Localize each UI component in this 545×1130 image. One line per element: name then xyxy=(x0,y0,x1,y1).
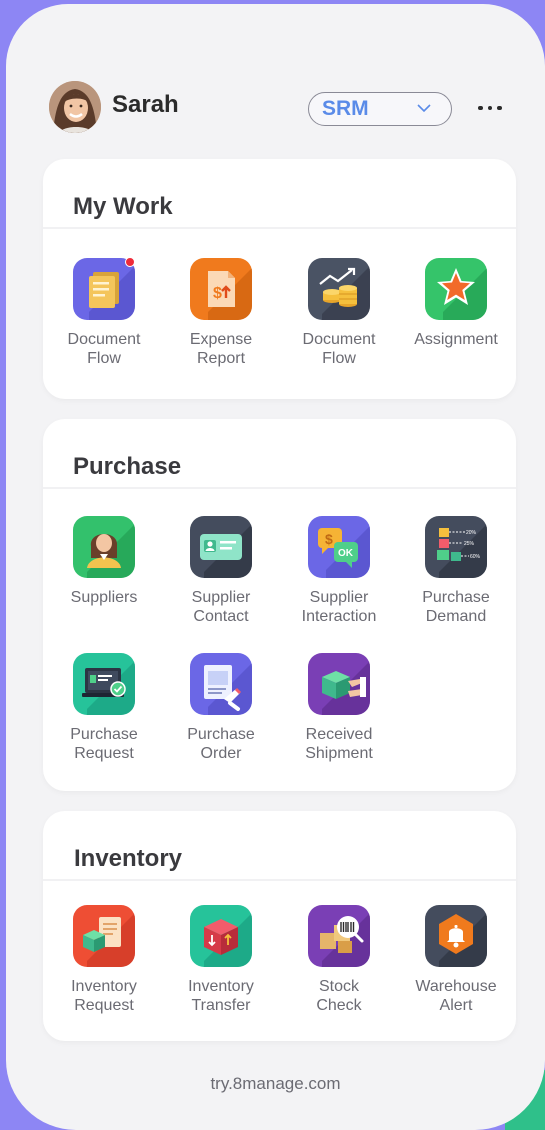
svg-text:$: $ xyxy=(213,285,222,302)
svg-text:$: $ xyxy=(325,531,333,547)
signed-document-icon xyxy=(190,653,252,715)
tile-suppliers[interactable]: Suppliers xyxy=(45,516,163,607)
tile-label: Stock Check xyxy=(316,978,362,1014)
tile-label: Document Flow xyxy=(302,331,376,367)
inventory-request-icon xyxy=(73,905,135,967)
section-title: Purchase xyxy=(73,453,182,480)
purchase-card: Purchase Suppliers Supplier Contact $ OK… xyxy=(43,419,516,791)
tile-purchase-demand[interactable]: 20% 25% 60% Purchase Demand xyxy=(397,516,515,626)
app-switcher-dropdown[interactable]: SRM xyxy=(308,92,452,126)
card-divider xyxy=(43,879,516,881)
more-dot-icon xyxy=(478,105,483,111)
document-stack-icon xyxy=(73,258,135,320)
chat-bubbles-icon: $ OK xyxy=(308,516,370,578)
tile-label: Purchase Request xyxy=(70,726,138,762)
notification-badge xyxy=(125,257,135,267)
package-hand-icon xyxy=(308,653,370,715)
laptop-check-icon xyxy=(73,653,135,715)
svg-text:OK: OK xyxy=(338,548,354,559)
barcode-scan-icon xyxy=(308,905,370,967)
tile-label: Purchase Demand xyxy=(422,589,490,625)
boxes-chart-icon: 20% 25% 60% xyxy=(425,516,487,578)
footer-url[interactable]: try.8manage.com xyxy=(6,1074,545,1094)
tile-supplier-contact[interactable]: Supplier Contact xyxy=(162,516,280,626)
tile-received-shipment[interactable]: Received Shipment xyxy=(280,653,398,763)
star-icon xyxy=(425,258,487,320)
phone-screen: Sarah SRM My Work Document Flow $ Expens… xyxy=(6,4,545,1130)
tile-supplier-interaction[interactable]: $ OK Supplier Interaction xyxy=(280,516,398,626)
app-switcher-value: SRM xyxy=(322,97,369,120)
tile-label: Suppliers xyxy=(70,589,138,606)
tile-inventory-request[interactable]: Inventory Request xyxy=(45,905,163,1015)
svg-text:25%: 25% xyxy=(464,541,475,547)
tile-document-flow-2[interactable]: Document Flow xyxy=(280,258,398,368)
header-bar: Sarah SRM xyxy=(6,4,545,154)
contact-card-icon xyxy=(190,516,252,578)
svg-text:20%: 20% xyxy=(466,530,477,536)
section-title: My Work xyxy=(73,193,173,220)
tile-label: Supplier Interaction xyxy=(301,589,377,625)
box-arrows-icon xyxy=(190,905,252,967)
tile-label: Document Flow xyxy=(67,331,141,367)
tile-label: Inventory Request xyxy=(71,978,137,1014)
tile-purchase-order[interactable]: Purchase Order xyxy=(162,653,280,763)
tile-label: Expense Report xyxy=(189,331,253,367)
expense-report-icon: $ xyxy=(190,258,252,320)
tile-label: Assignment xyxy=(414,331,498,348)
supplier-person-icon xyxy=(73,516,135,578)
tile-expense-report[interactable]: $ Expense Report xyxy=(162,258,280,368)
avatar[interactable] xyxy=(49,81,101,133)
more-dot-icon xyxy=(497,105,502,111)
tile-label: Supplier Contact xyxy=(191,589,251,625)
tile-label: Inventory Transfer xyxy=(188,978,254,1014)
my-work-card: My Work Document Flow $ Expense Report D… xyxy=(43,159,516,399)
tile-label: Received Shipment xyxy=(305,726,373,762)
tile-document-flow[interactable]: Document Flow xyxy=(45,257,163,368)
svg-text:60%: 60% xyxy=(470,554,481,560)
tile-assignment[interactable]: Assignment xyxy=(397,258,515,349)
coins-growth-icon xyxy=(308,258,370,320)
chevron-down-icon xyxy=(417,104,431,113)
user-name: Sarah xyxy=(112,91,179,118)
tile-warehouse-alert[interactable]: Warehouse Alert xyxy=(397,905,515,1015)
more-dot-icon xyxy=(487,105,492,111)
tile-inventory-transfer[interactable]: Inventory Transfer xyxy=(162,905,280,1015)
tile-purchase-request[interactable]: Purchase Request xyxy=(45,653,163,763)
tile-label: Purchase Order xyxy=(187,726,255,762)
card-divider xyxy=(43,227,516,229)
more-options-button[interactable] xyxy=(478,100,514,116)
section-title: Inventory xyxy=(74,845,183,872)
bell-alert-icon xyxy=(425,905,487,967)
card-divider xyxy=(43,487,516,489)
inventory-card: Inventory Inventory Request Inventory Tr… xyxy=(43,811,516,1041)
tile-label: Warehouse Alert xyxy=(415,978,497,1014)
tile-stock-check[interactable]: Stock Check xyxy=(280,905,398,1015)
